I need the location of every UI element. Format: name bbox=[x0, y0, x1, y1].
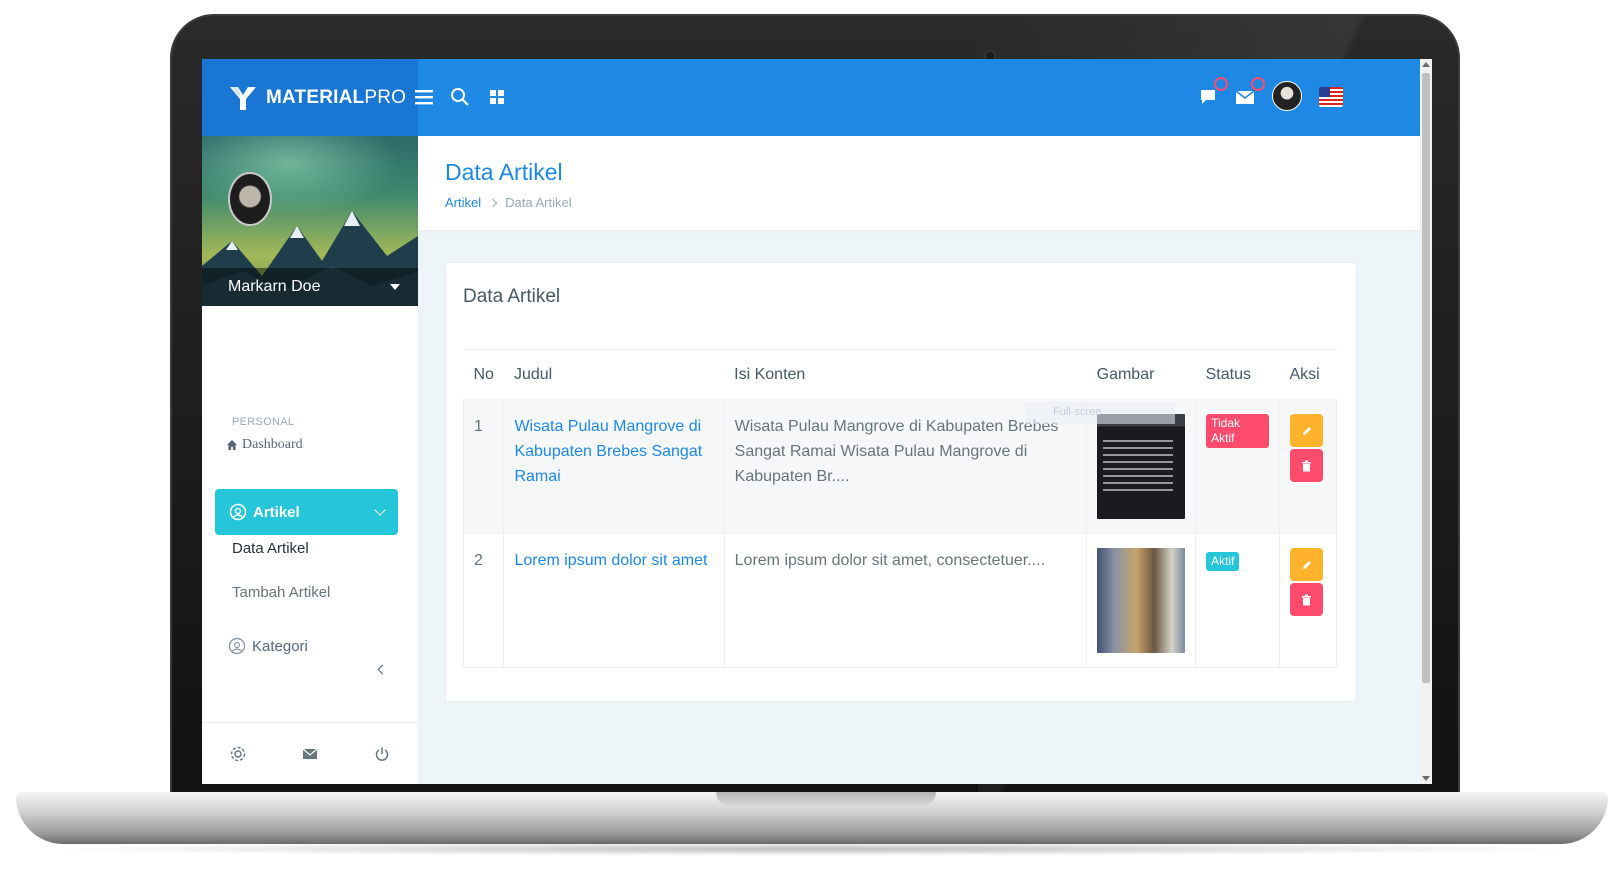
menu-icon[interactable] bbox=[410, 83, 438, 111]
actions-cell bbox=[1279, 399, 1337, 534]
article-thumbnail[interactable] bbox=[1097, 548, 1186, 653]
table-row: 1 Wisata Pulau Mangrove di Kabupaten Bre… bbox=[462, 399, 1337, 534]
sidebar-subitem-tambah-artikel[interactable]: Tambah Artikel bbox=[232, 584, 330, 601]
sidebar-item-artikel[interactable]: Artikel bbox=[215, 489, 398, 535]
breadcrumb: Artikel Data Artikel bbox=[445, 195, 572, 210]
scroll-up-arrow[interactable] bbox=[1422, 62, 1430, 67]
delete-button[interactable] bbox=[1290, 583, 1323, 616]
sidebar-subitem-data-artikel[interactable]: Data Artikel bbox=[232, 540, 309, 557]
caret-down-icon bbox=[390, 284, 400, 290]
trash-icon bbox=[1302, 460, 1311, 471]
row-number: 2 bbox=[462, 533, 505, 668]
pencil-icon bbox=[1302, 560, 1311, 569]
actions-cell bbox=[1279, 533, 1337, 668]
profile-avatar[interactable] bbox=[228, 172, 272, 226]
card-title: Data Artikel bbox=[463, 286, 561, 307]
scrollbar[interactable] bbox=[1420, 59, 1432, 784]
laptop-base bbox=[16, 792, 1608, 844]
laptop-notch bbox=[716, 792, 936, 806]
profile-name: Markarn Doe bbox=[228, 278, 321, 295]
column-header: Aksi bbox=[1279, 349, 1337, 400]
mail-icon[interactable] bbox=[300, 744, 320, 764]
chevron-left-icon bbox=[377, 664, 388, 675]
power-icon[interactable] bbox=[372, 744, 392, 764]
column-header: Judul bbox=[503, 349, 725, 400]
sidebar-item-label: Artikel bbox=[253, 503, 300, 521]
sidebar-footer bbox=[202, 722, 418, 784]
brand-name: MATERIALPRO bbox=[266, 86, 407, 108]
user-profile: Markarn Doe bbox=[202, 136, 418, 306]
grid-icon[interactable] bbox=[483, 83, 511, 111]
status-cell: Aktif bbox=[1195, 533, 1280, 668]
sidebar-item-kategori[interactable]: Kategori bbox=[228, 637, 308, 655]
breadcrumb-link[interactable]: Artikel bbox=[445, 195, 481, 210]
column-header: Isi Konten bbox=[724, 349, 1087, 400]
edit-button[interactable] bbox=[1290, 414, 1323, 447]
scroll-thumb[interactable] bbox=[1422, 73, 1430, 683]
brand-logo[interactable]: MATERIALPRO bbox=[202, 59, 418, 136]
gauge-icon bbox=[229, 503, 247, 521]
status-badge: Aktif bbox=[1206, 552, 1240, 571]
article-title-link[interactable]: Wisata Pulau Mangrove di Kabupaten Brebe… bbox=[503, 399, 725, 534]
nav-section-label: PERSONAL bbox=[232, 416, 295, 428]
notification-badge bbox=[1214, 77, 1228, 91]
delete-button[interactable] bbox=[1290, 449, 1323, 482]
laptop-shadow bbox=[40, 842, 1580, 856]
edit-button[interactable] bbox=[1290, 548, 1323, 581]
sidebar-item-label: Dashboard bbox=[242, 437, 303, 452]
breadcrumb-current: Data Artikel bbox=[505, 195, 572, 210]
data-card: Data Artikel No Judul Isi Konten Gambar … bbox=[446, 263, 1356, 701]
page-header: Data Artikel Artikel Data Artikel bbox=[418, 136, 1420, 230]
chevron-right-icon bbox=[488, 198, 498, 207]
search-icon[interactable] bbox=[446, 83, 474, 111]
sidebar-item-dashboard[interactable]: Dashboard bbox=[226, 437, 303, 453]
article-image-cell bbox=[1086, 533, 1197, 668]
topbar: MATERIALPRO bbox=[202, 59, 1420, 136]
scroll-down-arrow[interactable] bbox=[1422, 776, 1430, 781]
tooltip-ghost: Full-scree bbox=[1025, 402, 1175, 424]
gauge-icon bbox=[228, 637, 246, 655]
email-icon[interactable] bbox=[1231, 77, 1265, 111]
status-badge: Tidak Aktif bbox=[1206, 414, 1269, 448]
column-header: Gambar bbox=[1086, 349, 1196, 400]
page-title: Data Artikel bbox=[445, 159, 563, 185]
status-cell: Tidak Aktif bbox=[1195, 399, 1280, 534]
message-icon[interactable] bbox=[1194, 77, 1228, 111]
column-header: No bbox=[463, 349, 504, 400]
gear-icon[interactable] bbox=[228, 744, 248, 764]
pencil-icon bbox=[1302, 426, 1311, 435]
article-title-link[interactable]: Lorem ipsum dolor sit amet bbox=[503, 533, 725, 668]
chevron-down-icon bbox=[374, 504, 386, 516]
sidebar: Markarn Doe PERSONAL Dashboard Artikel D… bbox=[202, 136, 418, 784]
material-pro-logo-icon bbox=[230, 86, 256, 110]
user-avatar[interactable] bbox=[1272, 81, 1302, 111]
profile-name-bar[interactable]: Markarn Doe bbox=[202, 268, 418, 306]
table-header-row: No Judul Isi Konten Gambar Status Aksi bbox=[463, 349, 1337, 400]
articles-table: No Judul Isi Konten Gambar Status Aksi 1… bbox=[462, 349, 1337, 668]
column-header: Status bbox=[1195, 349, 1280, 400]
screen: MATERIALPRO Markarn Doe PERSONAL Dashboa… bbox=[202, 59, 1432, 784]
email-badge bbox=[1251, 77, 1265, 91]
article-content: Lorem ipsum dolor sit amet, consectetuer… bbox=[723, 533, 1088, 668]
article-thumbnail[interactable] bbox=[1097, 414, 1186, 519]
table-row: 2 Lorem ipsum dolor sit amet Lorem ipsum… bbox=[462, 533, 1337, 668]
home-icon bbox=[227, 440, 237, 450]
sidebar-item-label: Kategori bbox=[252, 637, 308, 655]
trash-icon bbox=[1302, 594, 1311, 605]
row-number: 1 bbox=[462, 399, 505, 534]
us-flag-icon[interactable] bbox=[1319, 87, 1343, 107]
